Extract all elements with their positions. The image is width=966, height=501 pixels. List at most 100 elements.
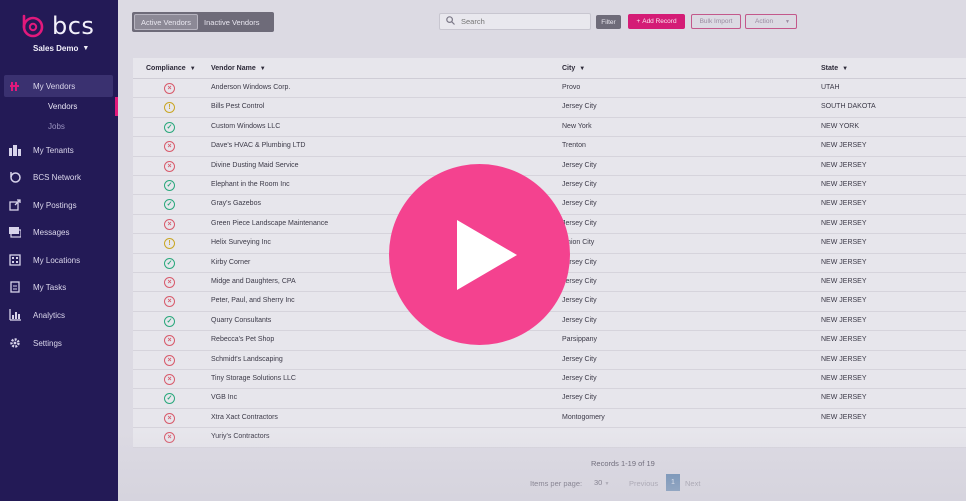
- non-compliant-icon: ×: [164, 412, 175, 424]
- vendor-name-cell[interactable]: Dave's HVAC & Plumbing LTD: [211, 142, 305, 149]
- non-compliant-icon: ×: [164, 277, 175, 288]
- column-header-state[interactable]: State ▼: [821, 65, 848, 72]
- table-row[interactable]: × Yuriy's Contractors: [133, 428, 966, 448]
- locations-icon: [9, 254, 21, 266]
- sidebar-item-messages[interactable]: Messages: [4, 221, 113, 243]
- vendor-name-cell[interactable]: Xtra Xact Contractors: [211, 414, 278, 421]
- column-label: City: [562, 65, 576, 72]
- play-button[interactable]: [389, 164, 570, 345]
- add-record-label: Add Record: [642, 18, 677, 25]
- table-row[interactable]: × Tiny Storage Solutions LLC Jersey City NE…: [133, 370, 966, 390]
- city-cell: Jersey City: [562, 219, 597, 227]
- items-per-page-select[interactable]: 30 ▼: [594, 478, 609, 487]
- sidebar-item-bcs-network[interactable]: BCS Network: [4, 166, 113, 188]
- search-icon: [446, 16, 455, 27]
- table-row[interactable]: × Schmidt's Landscaping Jersey City NEW JER…: [133, 351, 966, 370]
- table-row[interactable]: × Rebecca's Pet Shop Parsippany NEW JERSEY: [133, 331, 966, 351]
- state-cell: NEW JERSEY: [821, 278, 867, 285]
- city-cell: Jersey City: [562, 375, 597, 382]
- filter-button[interactable]: Filter: [596, 15, 621, 29]
- sidebar: bcs Sales Demo ▼ My Vendors Vendors Jobs…: [0, 0, 118, 501]
- table-row[interactable]: ✓ Custom Windows LLC New York NEW YORK: [133, 118, 966, 138]
- table-row[interactable]: × Divine Dusting Maid Service Jersey City N…: [133, 157, 966, 176]
- vendor-name-cell[interactable]: Anderson Windows Corp.: [211, 84, 290, 91]
- column-label: State: [821, 65, 839, 72]
- sidebar-item-my-tasks[interactable]: My Tasks: [4, 276, 113, 298]
- vendor-name-cell[interactable]: Custom Windows LLC: [211, 123, 280, 130]
- column-header-city[interactable]: City ▼: [562, 65, 585, 72]
- vendor-name-cell[interactable]: VGB Inc: [211, 394, 237, 401]
- table-row[interactable]: ! Bills Pest Control Jersey City SOUTH DAKO…: [133, 98, 966, 118]
- active-vendors-tab[interactable]: Active Vendors: [134, 14, 199, 30]
- vendor-name-cell[interactable]: Schmidt's Landscaping: [211, 356, 283, 363]
- logo[interactable]: bcs: [20, 12, 110, 40]
- sidebar-item-my-vendors[interactable]: My Vendors: [4, 75, 113, 97]
- items-per-page-label: Items per page:: [530, 479, 583, 488]
- vendor-name-cell[interactable]: Tiny Storage Solutions LLC: [211, 375, 296, 382]
- bulk-import-button[interactable]: Bulk Import: [691, 14, 741, 29]
- subnav-jobs[interactable]: Jobs: [48, 122, 65, 131]
- previous-page-button[interactable]: Previous: [629, 479, 658, 488]
- vendor-name-cell[interactable]: Rebecca's Pet Shop: [211, 336, 274, 343]
- sidebar-item-my-postings[interactable]: My Postings: [4, 194, 113, 216]
- vendor-name-cell[interactable]: Kirby Corner: [211, 259, 250, 266]
- city-cell: Jersey City: [562, 394, 597, 402]
- vendor-name-cell[interactable]: Midge and Daughters, CPA: [211, 278, 296, 285]
- vendor-name-cell[interactable]: Helix Surveying Inc: [211, 239, 271, 246]
- search-input[interactable]: [461, 17, 581, 26]
- sidebar-item-my-tenants[interactable]: My Tenants: [4, 139, 113, 161]
- add-record-button[interactable]: + Add Record: [628, 14, 685, 29]
- vendor-name-cell[interactable]: Quarry Consultants: [211, 317, 271, 324]
- compliant-icon: ✓: [164, 121, 175, 133]
- sort-icon: ▼: [842, 65, 849, 72]
- network-icon: [9, 171, 21, 183]
- sidebar-item-my-locations[interactable]: My Locations: [4, 249, 113, 271]
- logo-text: bcs: [52, 12, 95, 40]
- state-cell: NEW JERSEY: [821, 355, 867, 363]
- city-cell: Jersey City: [562, 181, 597, 188]
- plus-icon: +: [636, 18, 641, 25]
- inactive-vendors-tab[interactable]: Inactive Vendors: [198, 14, 265, 30]
- table-row[interactable]: × Anderson Windows Corp. Provo UTAH: [133, 79, 966, 99]
- table-row[interactable]: ✓ Quarry Consultants Jersey City NEW JERSEY: [133, 312, 966, 332]
- vendor-name-cell[interactable]: Peter, Paul, and Sherry Inc: [211, 297, 295, 304]
- items-per-page-value: 30: [594, 478, 603, 487]
- non-compliant-icon: ×: [164, 354, 175, 366]
- city-cell: Jersey City: [562, 200, 597, 208]
- table-row[interactable]: × Xtra Xact Contractors Montogomery NEW JER…: [133, 409, 966, 429]
- state-cell: NEW JERSEY: [821, 239, 867, 247]
- state-cell: NEW JERSEY: [821, 316, 867, 324]
- column-header-vendor-name[interactable]: Vendor Name ▼: [211, 65, 266, 72]
- tenants-icon: [9, 144, 21, 156]
- vendor-name-cell[interactable]: Yuriy's Contractors: [211, 433, 270, 440]
- non-compliant-icon: ×: [164, 160, 175, 172]
- vendor-name-cell[interactable]: Divine Dusting Maid Service: [211, 162, 299, 169]
- vendor-name-cell[interactable]: Green Piece Landscape Maintenance: [211, 220, 328, 227]
- play-icon: [456, 219, 517, 290]
- city-cell: Jersey City: [562, 355, 597, 363]
- vendor-name-cell[interactable]: Elephant in the Room Inc: [211, 181, 290, 188]
- city-cell: New York: [562, 122, 592, 130]
- table-row[interactable]: × Dave's HVAC & Plumbing LTD Trenton NEW JE…: [133, 137, 966, 157]
- city-cell: Jersey City: [562, 103, 597, 111]
- compliant-icon: ✓: [164, 257, 175, 269]
- sidebar-item-analytics[interactable]: Analytics: [4, 304, 113, 326]
- vendor-name-cell[interactable]: Gray's Gazebos: [211, 200, 261, 207]
- compliant-icon: ✓: [164, 393, 175, 405]
- tasks-icon: [9, 281, 21, 293]
- column-header-compliance[interactable]: Compliance ▼: [146, 65, 196, 72]
- state-cell: NEW JERSEY: [821, 181, 867, 188]
- sidebar-item-settings[interactable]: Settings: [4, 332, 113, 354]
- city-cell: Jersey City: [562, 316, 597, 324]
- table-row[interactable]: ✓ VGB Inc Jersey City NEW JERSEY: [133, 389, 966, 409]
- current-page-button[interactable]: 1: [666, 474, 680, 491]
- sidebar-item-label: My Tenants: [33, 145, 74, 155]
- org-switcher[interactable]: Sales Demo ▼: [33, 44, 89, 53]
- next-page-button[interactable]: Next: [685, 479, 700, 488]
- table-row[interactable]: ✓ Elephant in the Room Inc Jersey City NEW …: [133, 176, 966, 196]
- vendor-name-cell[interactable]: Bills Pest Control: [211, 103, 264, 110]
- subnav-vendors[interactable]: Vendors: [48, 102, 77, 111]
- city-cell: Parsippany: [562, 336, 598, 344]
- sidebar-item-label: My Tasks: [33, 282, 67, 292]
- action-dropdown[interactable]: Action ▼: [745, 14, 797, 29]
